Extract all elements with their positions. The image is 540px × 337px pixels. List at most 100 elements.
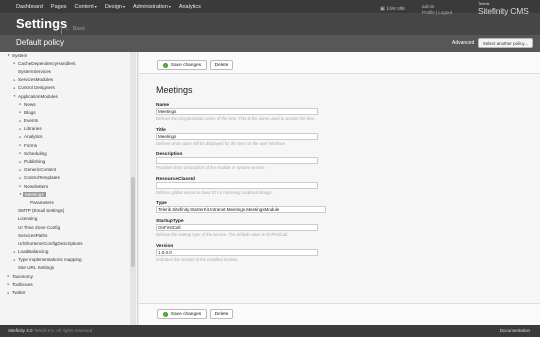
select-policy-button[interactable]: Select another policy... <box>478 38 533 48</box>
brand-big: Sitefinity CMS <box>478 6 529 16</box>
tree-node-label: UrlShortenerConfigDescriptions <box>18 240 83 246</box>
save-changes-button-bottom[interactable]: ✓ Save changes <box>157 309 207 319</box>
field-hint: Provides short description of the module… <box>156 165 266 170</box>
field-input[interactable] <box>156 157 318 164</box>
tree-node[interactable]: ▸ Taxonomy <box>0 272 130 280</box>
tree-node-label: Meetings <box>23 191 46 197</box>
save-changes-button[interactable]: ✓ Save changes <box>157 60 207 70</box>
policy-title: Default policy <box>16 38 65 47</box>
form-field: StartupType OnFirstCall Defines the startu… <box>156 219 456 238</box>
field-input[interactable]: Meetings <box>156 108 318 115</box>
nav-item-label: Analytics <box>178 3 201 10</box>
field-hint: Defines the programmatic name of the ite… <box>156 116 316 121</box>
nav-item-pages[interactable]: Pages <box>51 4 67 10</box>
advanced-label[interactable]: Advanced <box>452 40 474 46</box>
back-to-basic-link[interactable]: ← Basic <box>65 26 85 32</box>
tree-node-label: ServicesPaths <box>18 232 48 238</box>
tree-node[interactable]: ▸ Libraries <box>0 125 130 133</box>
sidebar-scrollbar[interactable] <box>130 52 136 325</box>
tree-node-label: ApplicationModules <box>18 93 58 99</box>
main-panel: ✓ Save changes Delete Meetings Name Meeti… <box>139 52 540 325</box>
delete-button[interactable]: Delete <box>210 60 233 70</box>
tree-node[interactable]: ▸ LoadBalancing <box>0 248 130 256</box>
tree-node[interactable]: ▸ News <box>0 100 130 108</box>
live-site-icon: ▣ <box>380 6 385 12</box>
tree-node-label: News <box>24 101 36 107</box>
tree-node[interactable]: UrlShortenerConfigDescriptions <box>0 239 130 247</box>
nav-item-label: Dashboard <box>16 3 43 10</box>
tree-node[interactable]: ▸ Analytics <box>0 133 130 141</box>
form-field: ResourceClassId Defines global resource c… <box>156 177 456 196</box>
tree-node-label: Events <box>24 118 39 124</box>
tree-node[interactable]: ▸ Blogs <box>0 108 130 116</box>
tree-node[interactable]: ▸ Newsletters <box>0 182 130 190</box>
tree-node-label: System <box>12 52 28 58</box>
tree-node[interactable]: ▸ CacheDependencyHandlers <box>0 59 130 67</box>
tree-node[interactable]: ▸ ControlTemplates <box>0 174 130 182</box>
tree-node-label: UI Time Zone Config <box>18 224 61 230</box>
scrollbar-thumb[interactable] <box>131 177 135 267</box>
form-heading: Meetings <box>156 85 193 95</box>
tree-node[interactable]: ▸ Type implementations mapping <box>0 256 130 264</box>
field-input[interactable]: 1.0.0.0 <box>156 248 318 256</box>
field-input[interactable] <box>156 181 318 189</box>
tree-node[interactable]: ▸ Control Designers <box>0 84 130 92</box>
field-hint: Indicates the version of the installed m… <box>156 256 239 262</box>
live-site-link[interactable]: ▣ Live site <box>380 6 405 12</box>
field-hint: Defines global resource class ID for ret… <box>156 189 273 195</box>
user-links[interactable]: Profile | Logout <box>422 10 452 16</box>
chevron-down-icon: ▾ <box>168 3 171 9</box>
tree-node-label: Libraries <box>24 126 42 132</box>
tree-node-label: CacheDependencyHandlers <box>18 60 76 66</box>
tree-node-label: Newsletters <box>24 183 48 189</box>
nav-item-administration[interactable]: Administration▾ <box>133 4 171 10</box>
form-field: Type Telerik.Sitefinity.StarterKit.Intran… <box>156 201 456 213</box>
delete-button-bottom[interactable]: Delete <box>210 309 233 319</box>
form-field: Name Meetings Defines the programmatic nam… <box>156 103 456 122</box>
nav-item-dashboard[interactable]: Dashboard <box>16 4 43 10</box>
brand-logo: Telerik Sitefinity CMS <box>478 2 529 17</box>
chevron-down-icon: ▾ <box>94 3 97 9</box>
nav-item-design[interactable]: Design▾ <box>105 4 125 10</box>
nav-item-label: Pages <box>50 3 67 10</box>
tree-node[interactable]: ▸ Publishing <box>0 157 130 165</box>
tree-node[interactable]: ▸ ServicesModules <box>0 76 130 84</box>
tree-node[interactable]: ▸ Forms <box>0 141 130 149</box>
tree-node[interactable]: Licensing <box>0 215 130 223</box>
footer-bar: Sitefinity 4.0 Telerik Inc. All rights r… <box>0 325 540 337</box>
tree-node[interactable]: SMTP (Email Settings) <box>0 207 130 215</box>
form-field: Version 1.0.0.0 Indicates the version of t… <box>156 244 456 263</box>
field-input[interactable]: Meetings <box>156 132 318 140</box>
tree-node[interactable]: ▾ Meetings <box>0 190 130 198</box>
tree-node-label: Licensing <box>18 216 38 222</box>
page-title: Settings <box>16 16 68 31</box>
nav-item-label: Content <box>74 3 94 10</box>
field-input[interactable]: OnFirstCall <box>156 224 318 231</box>
tree-node[interactable]: ▸ Toolboxes <box>0 280 130 288</box>
tree-node[interactable]: Site URL Settings <box>0 264 130 272</box>
tree-node[interactable]: ▾ ApplicationModules <box>0 92 130 100</box>
tree-node[interactable]: UI Time Zone Config <box>0 223 130 231</box>
tree-node[interactable]: ServicesPaths <box>0 231 130 239</box>
tree-node-label: Blogs <box>24 109 36 115</box>
tree-node[interactable]: ▸ GenericContent <box>0 166 130 174</box>
tree-node-label: Publishing <box>24 159 46 165</box>
tree-node[interactable]: ▸ Events <box>0 117 130 125</box>
tree-node-label: Control Designers <box>18 85 55 91</box>
title-separator <box>61 26 62 34</box>
copyright-text: Telerik Inc. All rights reserved <box>33 328 93 333</box>
tree-node[interactable]: Parameters <box>0 198 130 206</box>
nav-item-content[interactable]: Content▾ <box>75 4 97 10</box>
tree-node[interactable]: SystemServices <box>0 67 130 75</box>
tree-node[interactable]: ▸ Twitter <box>0 288 130 296</box>
tree-node-label: Analytics <box>24 134 43 140</box>
field-hint: Defines what name will be displayed for … <box>156 140 287 146</box>
tree-node[interactable]: ▾ System <box>0 52 130 59</box>
save-label: Save changes <box>170 62 202 68</box>
field-input[interactable]: Telerik.Sitefinity.StarterKit.Intranet.M… <box>156 206 326 213</box>
documentation-link[interactable]: Documentation <box>500 328 530 333</box>
nav-item-analytics[interactable]: Analytics <box>179 4 201 10</box>
tree-node-label: Type implementations mapping <box>18 257 82 263</box>
back-label: Basic <box>73 26 86 32</box>
tree-node[interactable]: ▸ Scheduling <box>0 149 130 157</box>
